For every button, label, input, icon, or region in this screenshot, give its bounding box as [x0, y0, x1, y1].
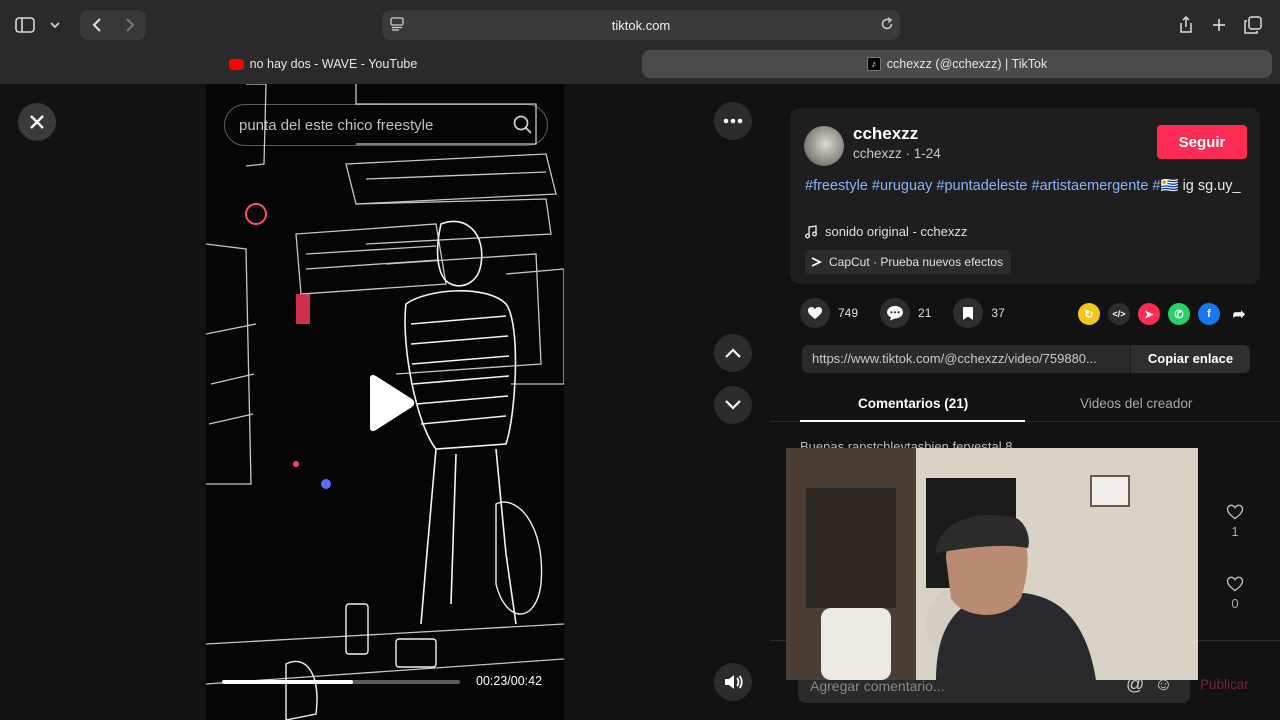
save-count: 37 [991, 306, 1005, 320]
video-time: 00:23/00:42 [476, 674, 543, 688]
chevron-down-icon[interactable] [40, 10, 70, 40]
comment-like-count: 0 [1231, 596, 1239, 611]
active-tab-indicator [800, 420, 1025, 422]
share-icon[interactable] [1171, 10, 1201, 40]
browser-toolbar: tiktok.com [0, 0, 1280, 48]
comment-icon [880, 298, 911, 328]
share-link-box: https://www.tiktok.com/@cchexzz/video/75… [802, 345, 1250, 373]
engagement-actions: 749 21 37 [800, 298, 1027, 328]
tab-label: no hay dos - WAVE - YouTube [249, 57, 418, 71]
facebook-icon[interactable]: f [1198, 303, 1220, 325]
tab-bar: no hay dos - WAVE - YouTube ♪ cchexzz (@… [8, 50, 1272, 78]
forward-button[interactable] [113, 10, 146, 40]
heart-outline-icon [1226, 504, 1244, 520]
tab-comments[interactable]: Comentarios (21) [858, 396, 968, 411]
address-text: tiktok.com [611, 17, 671, 33]
sound-link[interactable]: sonido original - cchexzz [805, 224, 967, 239]
webcam-overlay [786, 448, 1198, 680]
content-tabs: Comentarios (21) Videos del creador [770, 388, 1280, 422]
progress-fill [222, 680, 353, 684]
comment-action[interactable]: 21 [880, 298, 931, 328]
close-icon [30, 115, 44, 129]
chevron-up-icon [725, 348, 741, 358]
sidebar-controls [10, 10, 70, 40]
video-search-overlay: punta del este chico freestyle [224, 104, 548, 146]
search-icon [513, 115, 533, 139]
comment-count: 21 [918, 306, 932, 320]
tab-overview-icon[interactable] [1238, 10, 1268, 40]
follow-button[interactable]: Seguir [1157, 125, 1247, 159]
webcam-frame [786, 448, 1198, 680]
bookmark-icon [953, 298, 984, 328]
video-search-text: punta del este chico freestyle [239, 116, 434, 134]
repost-icon[interactable]: ↻ [1078, 303, 1100, 325]
video-area: punta del este chico freestyle 00:23/00:… [0, 84, 770, 720]
heart-icon [800, 298, 830, 328]
heart-outline-icon [1226, 576, 1244, 592]
page-menu-icon[interactable] [390, 17, 404, 34]
comment-like-count: 1 [1231, 524, 1239, 539]
like-count: 749 [838, 306, 859, 320]
share-link-url[interactable]: https://www.tiktok.com/@cchexzz/video/75… [802, 345, 1130, 373]
comment-like[interactable]: 1 [1226, 504, 1244, 539]
video-player[interactable]: punta del este chico freestyle 00:23/00:… [206, 84, 564, 720]
tab-tiktok[interactable]: ♪ cchexzz (@cchexzz) | TikTok [642, 50, 1272, 78]
close-button[interactable] [18, 103, 56, 141]
like-action[interactable]: 749 [800, 298, 858, 328]
tiktok-icon: ♪ [866, 57, 881, 71]
play-icon[interactable] [364, 374, 416, 437]
volume-button[interactable] [714, 663, 752, 701]
previous-video-button[interactable] [714, 334, 752, 372]
post-description-text: ig sg.uy_ [1178, 178, 1241, 194]
next-video-button[interactable] [714, 386, 752, 424]
sidebar-toggle-icon[interactable] [10, 10, 40, 40]
browser-chrome: tiktok.com no hay dos - WAVE - YouTube ♪… [0, 0, 1280, 84]
capcut-icon [811, 257, 823, 267]
nav-buttons [80, 10, 146, 40]
progress-bar[interactable] [222, 680, 460, 684]
copy-link-button[interactable]: Copiar enlace [1130, 345, 1250, 373]
more-dots-icon [723, 118, 743, 124]
publish-button[interactable]: Publicar [1200, 677, 1249, 692]
post-description: #freestyle #uruguay #puntadeleste #artis… [805, 176, 1250, 196]
avatar[interactable] [804, 126, 844, 166]
post-hashtags[interactable]: #freestyle #uruguay #puntadeleste #artis… [805, 178, 1179, 194]
new-tab-icon[interactable] [1204, 10, 1234, 40]
sound-label: sonido original - cchexzz [825, 224, 968, 239]
back-button[interactable] [80, 10, 113, 40]
share-options: ↻ </> ➤ ✆ f ➦ [1078, 303, 1250, 325]
comment-like[interactable]: 0 [1226, 576, 1244, 611]
address-bar[interactable]: tiktok.com [382, 10, 900, 40]
whatsapp-icon[interactable]: ✆ [1168, 303, 1190, 325]
tab-label: cchexzz (@cchexzz) | TikTok [886, 57, 1048, 71]
capcut-badge[interactable]: CapCut · Prueba nuevos efectos [805, 250, 1012, 274]
share-arrow-icon[interactable]: ➦ [1228, 303, 1250, 325]
music-note-icon [805, 224, 817, 238]
chevron-down-icon [725, 400, 741, 410]
youtube-icon [228, 58, 244, 70]
username[interactable]: cchexzz [853, 124, 918, 144]
send-icon[interactable]: ➤ [1138, 303, 1160, 325]
post-subline: cchexzz · 1-24 [853, 146, 941, 161]
save-action[interactable]: 37 [953, 298, 1005, 328]
reload-icon[interactable] [880, 17, 894, 34]
tab-youtube[interactable]: no hay dos - WAVE - YouTube [8, 50, 638, 78]
tab-creator-videos[interactable]: Videos del creador [1080, 396, 1192, 411]
post-info-card: cchexzz cchexzz · 1-24 Seguir #freestyle… [790, 108, 1260, 284]
more-options-button[interactable] [714, 102, 752, 140]
capcut-label: CapCut · Prueba nuevos efectos [829, 255, 1004, 269]
embed-icon[interactable]: </> [1108, 303, 1130, 325]
volume-icon [725, 675, 743, 689]
